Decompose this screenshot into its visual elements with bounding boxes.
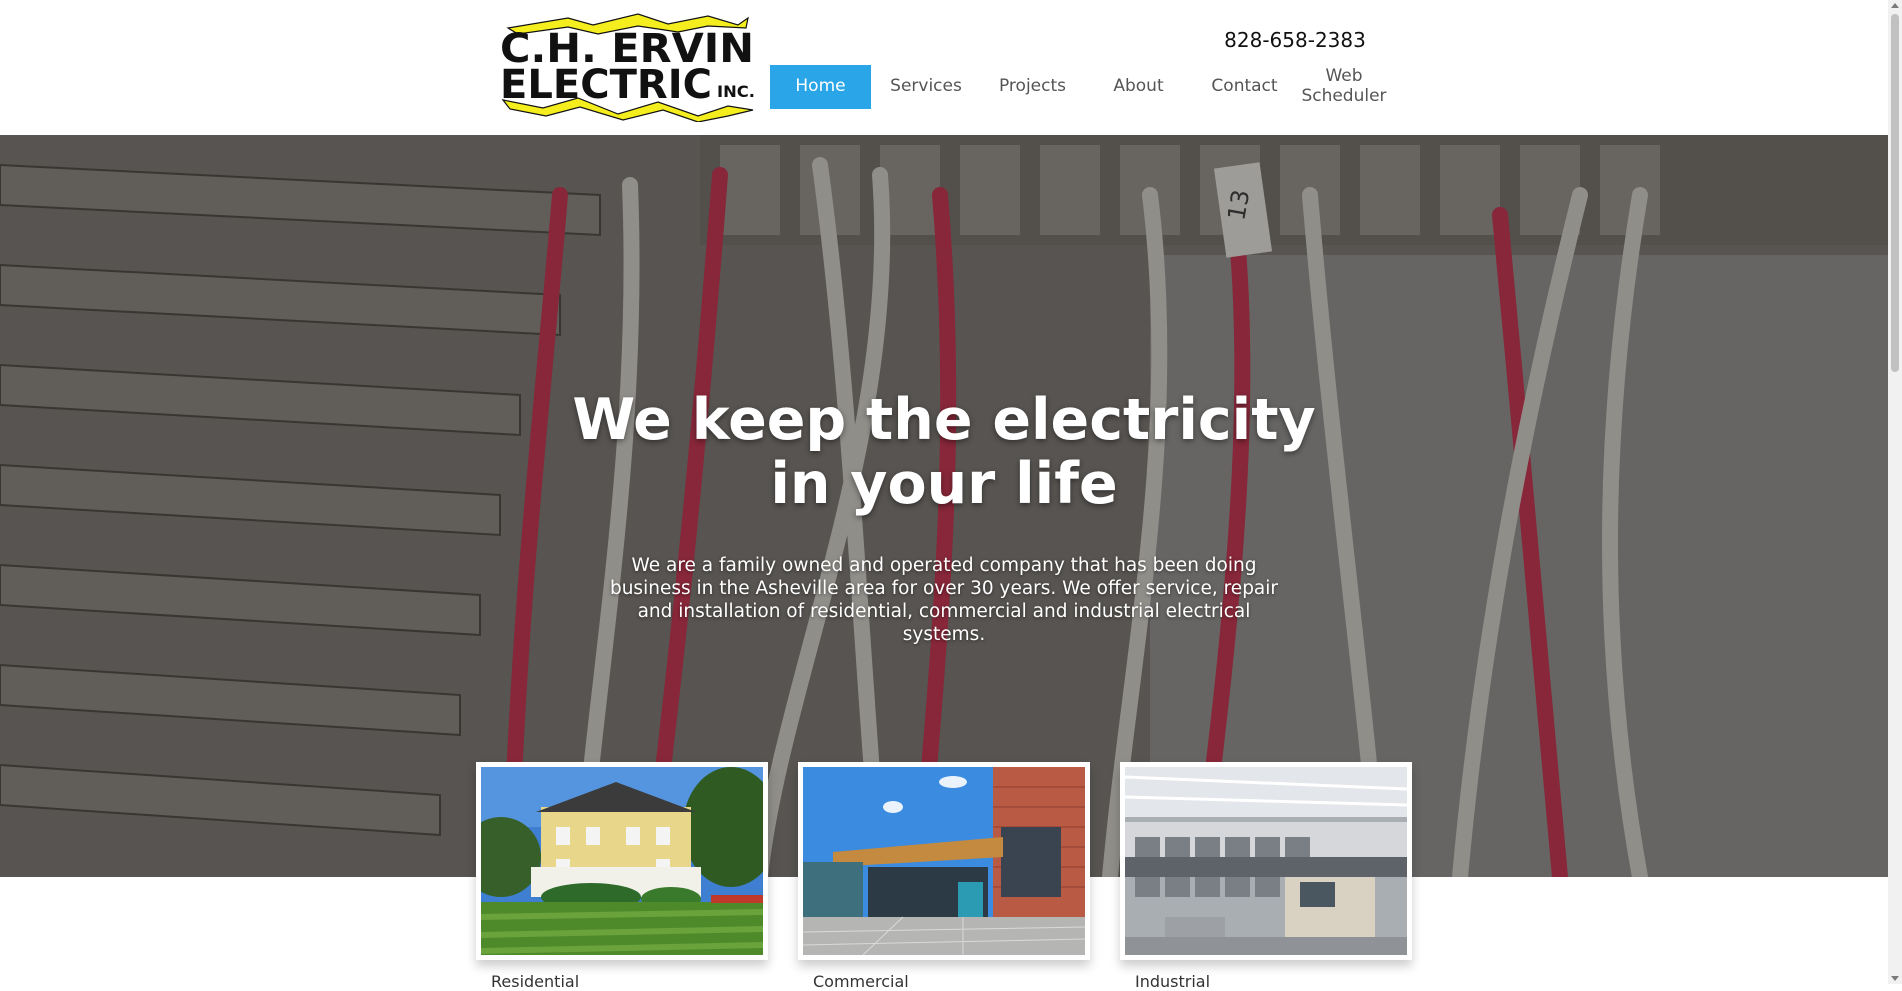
nav-about[interactable]: About (1084, 65, 1193, 109)
nav-services[interactable]: Services (871, 65, 981, 109)
company-logo[interactable]: C.H. ERVIN ELECTRIC INC. (498, 12, 760, 122)
card-commercial[interactable] (798, 762, 1090, 960)
building-photo (803, 767, 1085, 955)
main-nav: Home Services Projects About Contact Web… (770, 65, 1392, 109)
logo-suffix: INC. (717, 82, 755, 101)
nav-web-scheduler[interactable]: Web Scheduler (1296, 65, 1392, 109)
phone-number[interactable]: 828-658-2383 (1200, 28, 1390, 52)
card-residential-label[interactable]: Residential (491, 972, 579, 991)
card-industrial-label[interactable]: Industrial (1135, 972, 1210, 991)
logo-line-2: ELECTRIC (500, 62, 712, 108)
page-scrollbar[interactable] (1888, 0, 1902, 984)
hero-description: We are a family owned and operated compa… (609, 555, 1279, 645)
nav-contact[interactable]: Contact (1193, 65, 1296, 109)
card-commercial-label[interactable]: Commercial (813, 972, 909, 991)
house-photo (481, 767, 763, 955)
card-industrial[interactable] (1120, 762, 1412, 960)
hero-title: We keep the electricity in your life (572, 387, 1316, 517)
scroll-down-icon[interactable] (1891, 976, 1899, 981)
scroll-up-icon[interactable] (1891, 3, 1899, 8)
card-residential[interactable] (476, 762, 768, 960)
nav-home[interactable]: Home (770, 65, 871, 109)
nav-projects[interactable]: Projects (981, 65, 1084, 109)
site-header: C.H. ERVIN ELECTRIC INC. 828-658-2383 Ho… (0, 0, 1888, 135)
factory-photo (1125, 767, 1407, 955)
scrollbar-thumb[interactable] (1891, 14, 1899, 372)
